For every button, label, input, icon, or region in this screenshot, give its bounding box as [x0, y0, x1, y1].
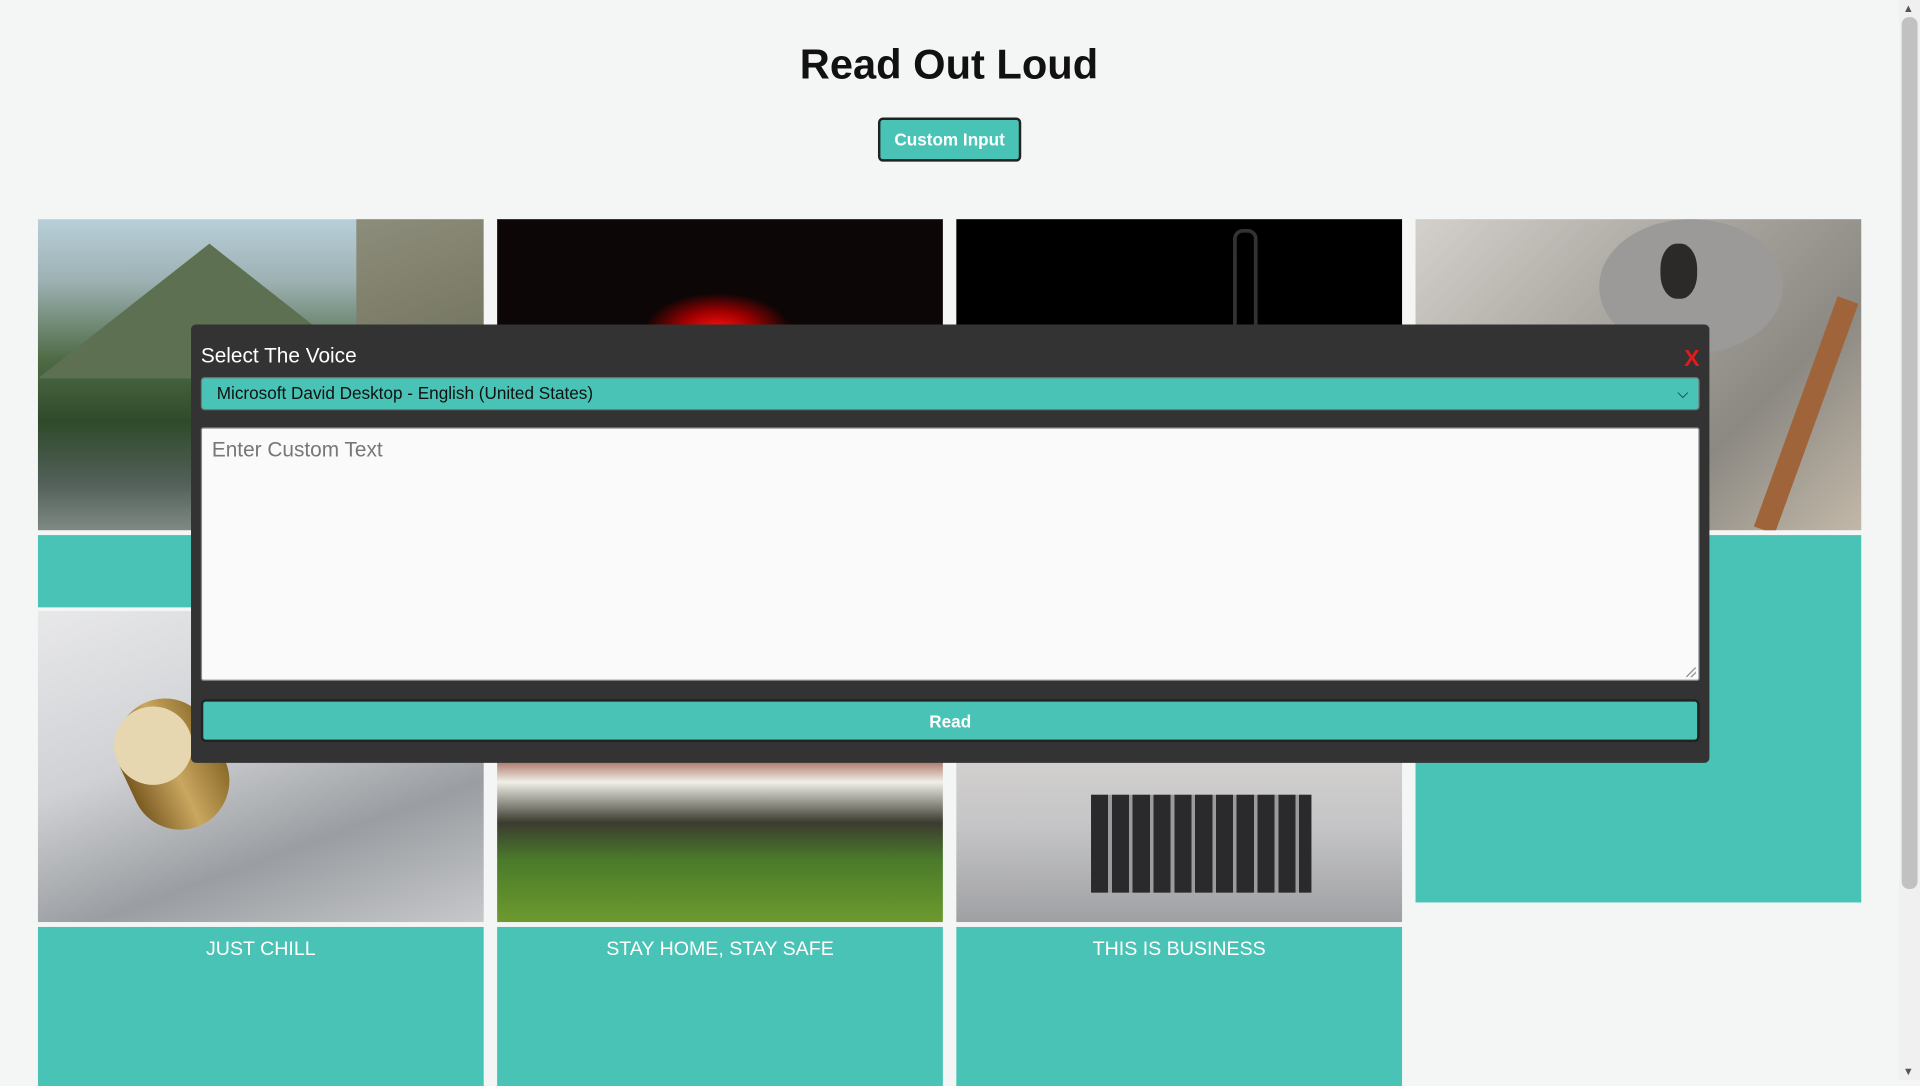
card-caption: THIS IS BUSINESS — [956, 926, 1403, 1086]
voice-select[interactable]: Microsoft David Desktop - English (Unite… — [200, 377, 1700, 411]
card-caption: JUST CHILL — [37, 926, 484, 1086]
custom-text-modal: Select The Voice X Microsoft David Deskt… — [191, 324, 1710, 763]
voice-selected-value: Microsoft David Desktop - English (Unite… — [216, 383, 594, 403]
text-placeholder: Enter Custom Text — [211, 438, 383, 462]
custom-input-button[interactable]: Custom Input — [877, 117, 1022, 162]
card-caption: STAY HOME, STAY SAFE — [497, 926, 943, 1086]
resize-handle-icon[interactable] — [1686, 667, 1696, 678]
scrollbar-thumb[interactable] — [1901, 17, 1918, 889]
custom-text-input[interactable]: Enter Custom Text — [200, 427, 1700, 681]
chevron-down-icon: ⌵ — [1677, 384, 1689, 402]
read-button[interactable]: Read — [200, 699, 1700, 743]
scroll-down-icon[interactable]: ▼ — [1903, 1065, 1914, 1077]
scroll-up-icon[interactable]: ▲ — [1903, 2, 1914, 14]
modal-title: Select The Voice — [200, 344, 357, 368]
page-title: Read Out Loud — [799, 41, 1099, 89]
scrollbar[interactable]: ▲ ▼ — [1899, 0, 1920, 1081]
close-icon[interactable]: X — [1684, 347, 1700, 374]
page: Read Out Loud Custom Input K! JUST CHILL… — [0, 0, 1920, 1086]
